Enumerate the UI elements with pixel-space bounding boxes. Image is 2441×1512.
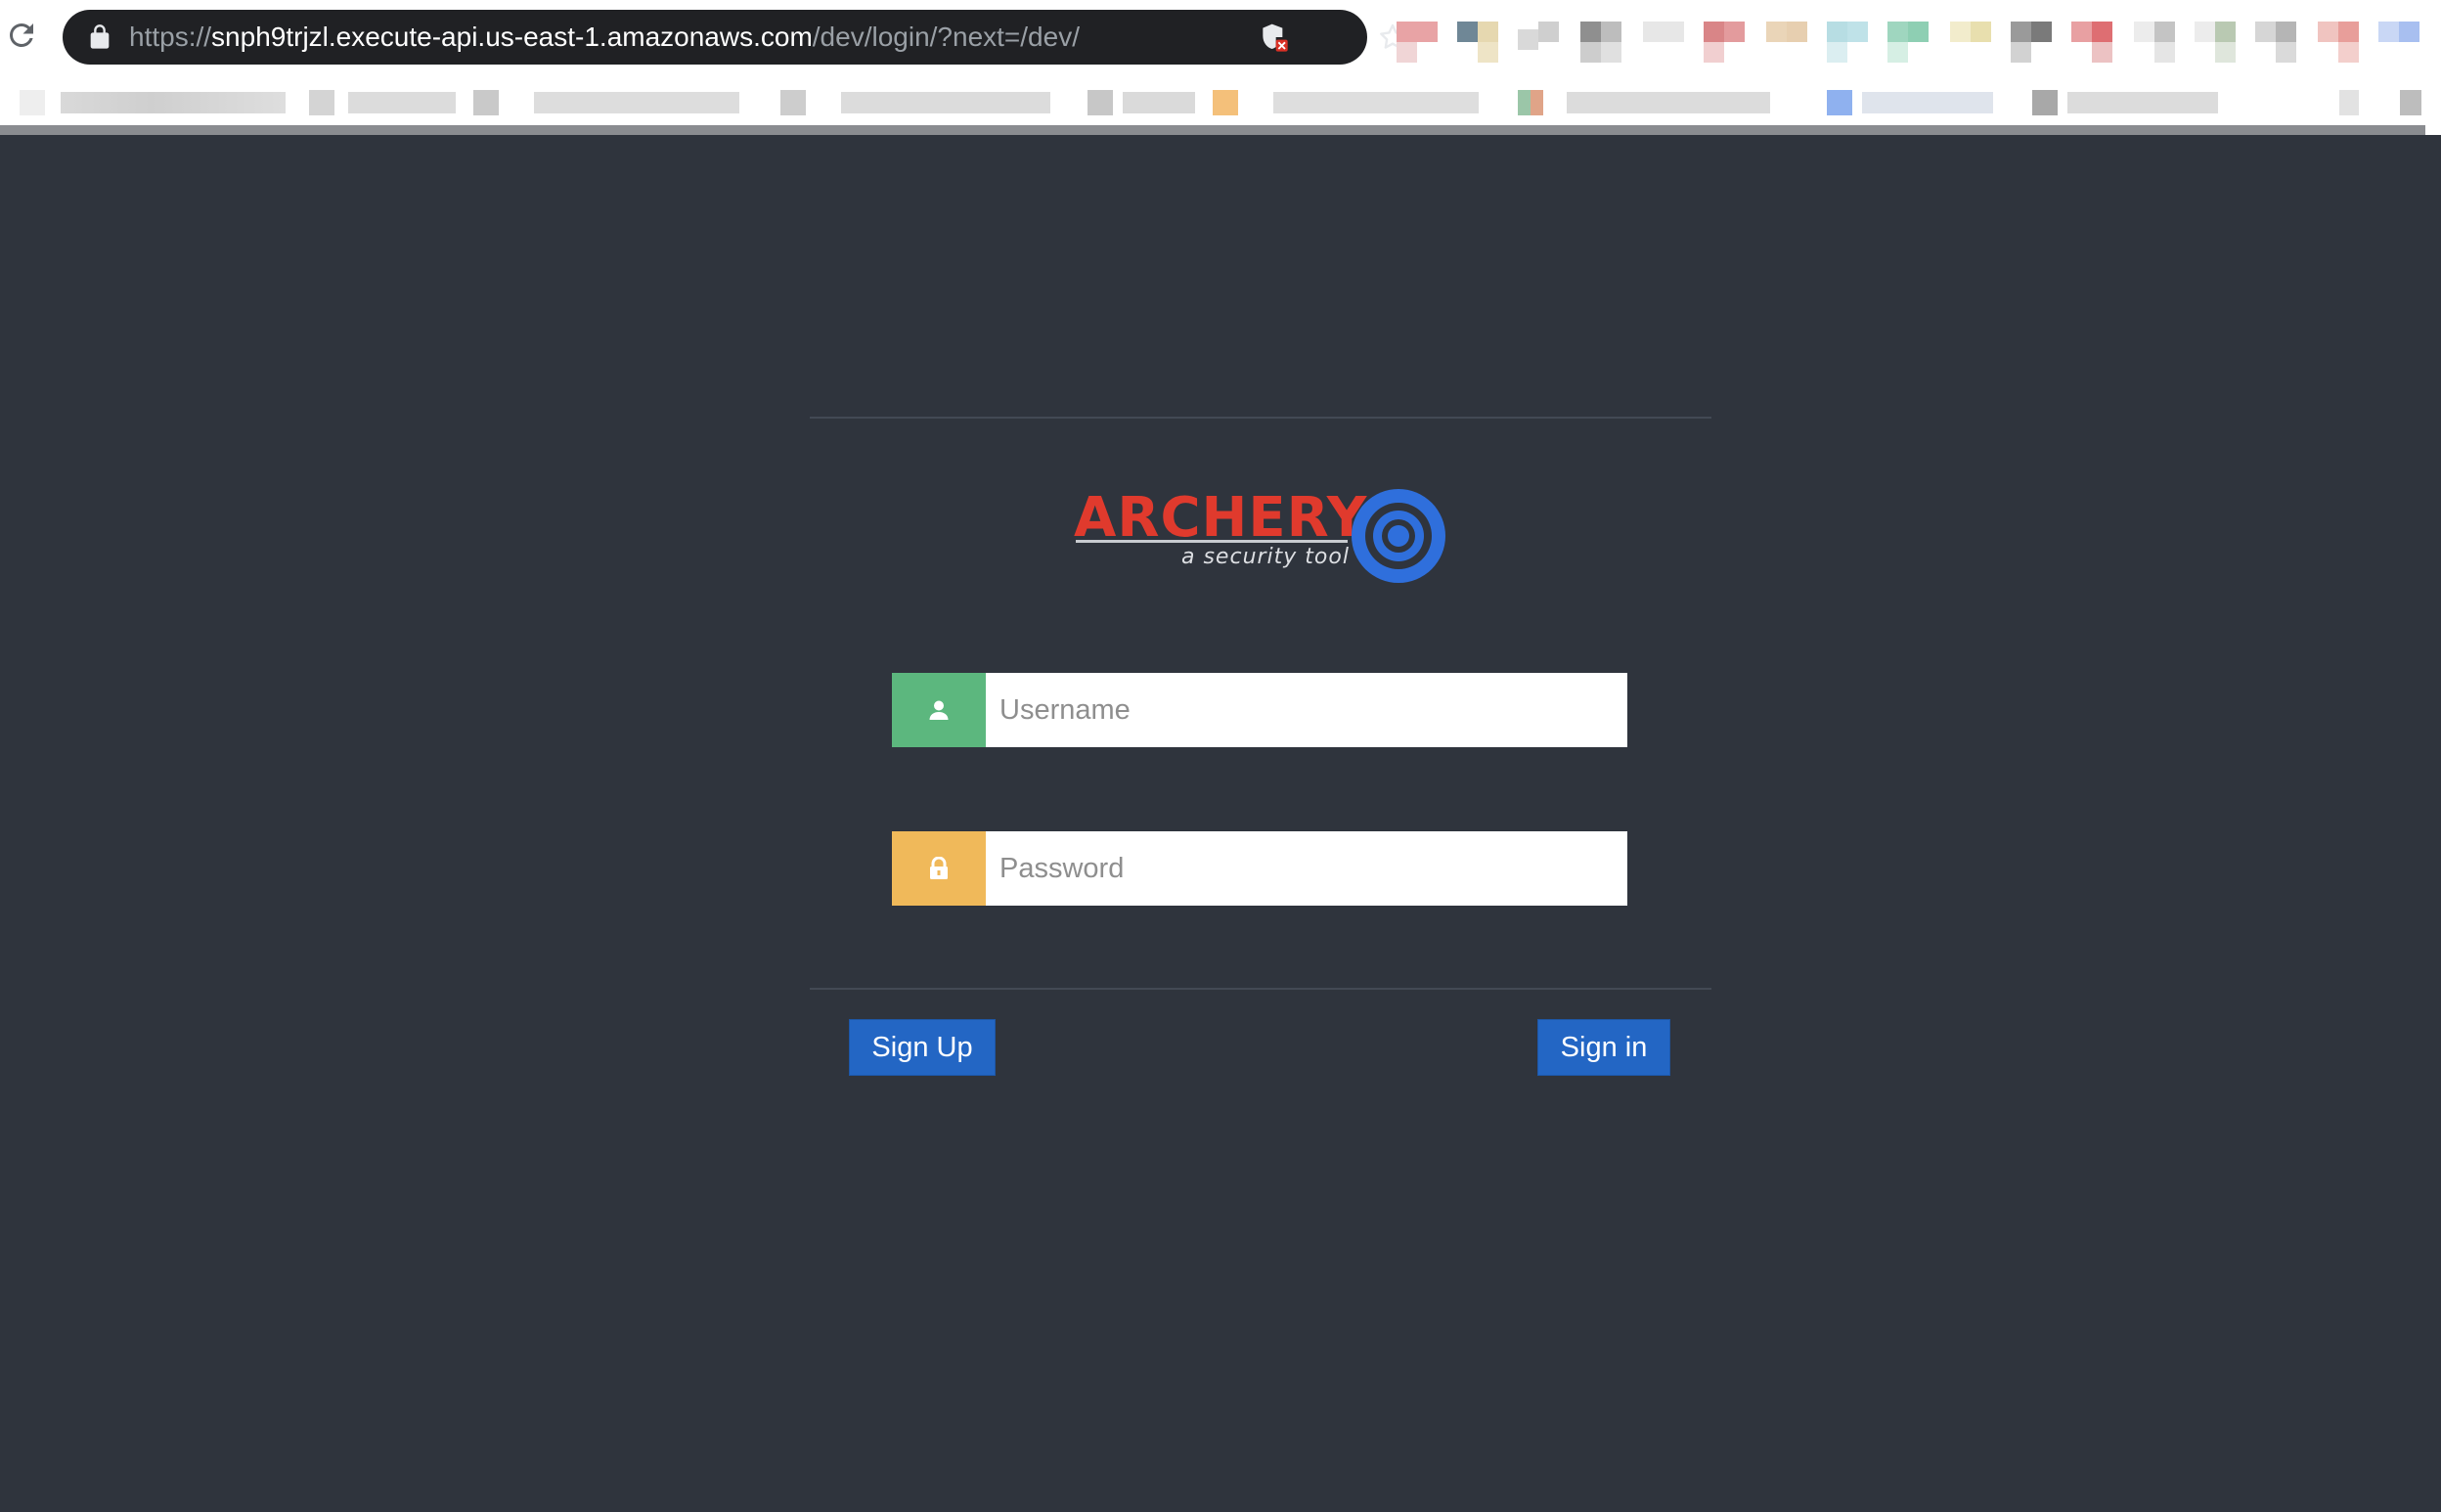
reload-icon[interactable] bbox=[4, 18, 39, 53]
extensions-bar bbox=[1389, 16, 2435, 65]
logo-underline bbox=[1076, 540, 1348, 543]
bookmarks-overflow[interactable] bbox=[2400, 86, 2427, 119]
extension-icon[interactable] bbox=[2378, 22, 2419, 63]
url-text[interactable]: https://snph9trjzl.execute-api.us-east-1… bbox=[129, 22, 1080, 53]
extension-icon[interactable] bbox=[1766, 22, 1807, 63]
bookmark-item[interactable] bbox=[1087, 86, 1195, 119]
sign-up-button[interactable]: Sign Up bbox=[849, 1019, 996, 1076]
page-load-bar bbox=[0, 125, 2425, 135]
password-input[interactable] bbox=[986, 831, 1627, 906]
password-group bbox=[892, 831, 1627, 906]
extension-icon[interactable] bbox=[1950, 22, 1991, 63]
bookmark-item[interactable] bbox=[1213, 86, 1479, 119]
extension-icon[interactable] bbox=[1457, 22, 1498, 63]
bookmark-item[interactable] bbox=[1827, 86, 1993, 119]
username-group bbox=[892, 673, 1627, 747]
extension-icon[interactable] bbox=[2195, 22, 2236, 63]
username-input[interactable] bbox=[986, 673, 1627, 747]
lock-icon bbox=[930, 857, 948, 879]
extension-icon[interactable] bbox=[1887, 22, 1929, 63]
extension-icon[interactable] bbox=[1518, 22, 1559, 63]
bookmark-item[interactable] bbox=[473, 86, 739, 119]
bookmark-item[interactable] bbox=[309, 86, 456, 119]
address-bar[interactable]: https://snph9trjzl.execute-api.us-east-1… bbox=[63, 10, 1405, 65]
url-path: /dev/login/?next=/dev/ bbox=[812, 22, 1080, 52]
bookmark-item[interactable] bbox=[780, 86, 1050, 119]
extension-icon[interactable] bbox=[1643, 22, 1684, 63]
extension-icon[interactable] bbox=[2134, 22, 2175, 63]
url-scheme: https:// bbox=[129, 22, 212, 52]
lock-icon[interactable] bbox=[86, 23, 113, 51]
archery-logo: ARCHERY a security tool bbox=[1072, 487, 1447, 589]
extension-icon[interactable] bbox=[2071, 22, 2112, 63]
target-icon bbox=[1352, 489, 1445, 583]
logo-wordmark: ARCHERY bbox=[1074, 486, 1368, 550]
extension-icon[interactable] bbox=[1580, 22, 1621, 63]
shield-blocked-icon[interactable] bbox=[1258, 22, 1289, 53]
extension-icon[interactable] bbox=[1827, 22, 1868, 63]
divider-top bbox=[810, 417, 1711, 419]
bookmark-item[interactable] bbox=[2032, 86, 2218, 119]
password-addon bbox=[892, 831, 986, 906]
bookmark-item[interactable] bbox=[1518, 86, 1770, 119]
user-icon bbox=[929, 700, 949, 720]
bookmarks-bar bbox=[0, 78, 2441, 127]
url-host: snph9trjzl.execute-api.us-east-1.amazona… bbox=[211, 22, 813, 52]
extension-icon[interactable] bbox=[2011, 22, 2052, 63]
divider-bottom bbox=[810, 988, 1711, 990]
username-addon bbox=[892, 673, 986, 747]
extension-icon[interactable] bbox=[2318, 22, 2359, 63]
extension-icon[interactable] bbox=[1704, 22, 1745, 63]
browser-chrome: https://snph9trjzl.execute-api.us-east-1… bbox=[0, 0, 2441, 135]
extension-icon[interactable] bbox=[2255, 22, 2296, 63]
logo-tagline: a security tool bbox=[1181, 545, 1350, 569]
extension-icon[interactable] bbox=[1397, 22, 1438, 63]
sign-in-button[interactable]: Sign in bbox=[1537, 1019, 1670, 1076]
bookmark-item[interactable] bbox=[20, 86, 286, 119]
bookmark-item[interactable] bbox=[2339, 86, 2361, 119]
